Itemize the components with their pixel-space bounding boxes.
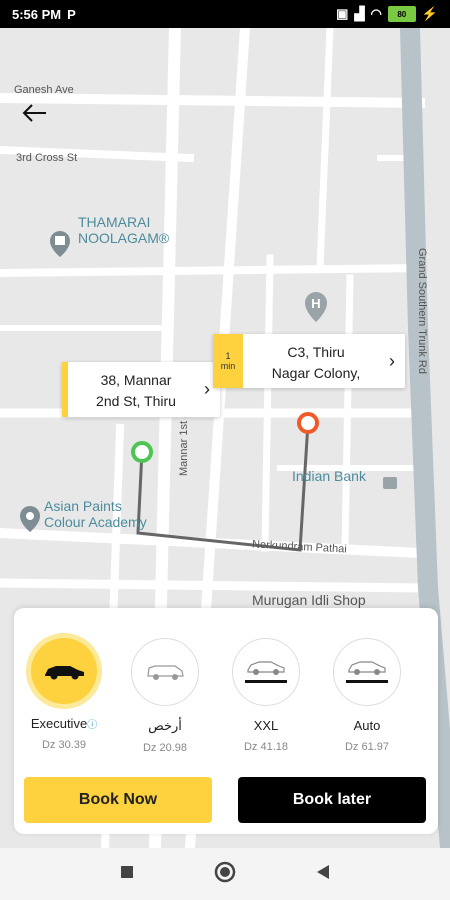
dropoff-callout[interactable]: 1 min C3, Thiru Nagar Colony, › xyxy=(213,334,405,388)
book-later-button[interactable]: Book later xyxy=(238,777,426,823)
recents-icon[interactable] xyxy=(120,865,134,884)
home-icon[interactable] xyxy=(214,861,236,888)
charging-icon: ⚡ xyxy=(421,6,438,21)
vehicle-icon-container xyxy=(131,638,199,706)
svg-text:H: H xyxy=(311,296,320,311)
back-arrow-icon xyxy=(22,104,46,122)
dropoff-address: C3, Thiru Nagar Colony, xyxy=(243,334,389,388)
android-nav-bar xyxy=(0,848,450,900)
back-button[interactable] xyxy=(20,98,50,128)
dropoff-address-line1: C3, Thiru xyxy=(287,344,345,360)
vehicle-icon-container xyxy=(232,638,300,706)
poi-murugan-idli: Murugan Idli Shop xyxy=(252,592,366,608)
vehicle-option-executive[interactable]: Executiveⓘ Dz 30.39 xyxy=(16,638,112,751)
vehicle-option-auto[interactable]: Auto Dz 61.97 xyxy=(319,638,415,753)
info-icon[interactable]: ⓘ xyxy=(87,720,97,731)
chevron-right-icon: › xyxy=(389,350,395,371)
book-now-button[interactable]: Book Now xyxy=(24,777,212,823)
suv-icon xyxy=(147,665,184,680)
carrier-icon: P xyxy=(67,6,76,22)
street-label-mannar: Mannar 1st St xyxy=(178,407,190,476)
eta-badge: 1 min xyxy=(213,334,243,388)
sim-icon: ▣ xyxy=(336,6,349,21)
street-label-ganesh-ave: Ganesh Ave xyxy=(14,84,74,96)
car-icon xyxy=(245,661,287,683)
vehicle-price: Dz 41.18 xyxy=(243,741,289,753)
eta-value: 1 xyxy=(225,351,231,361)
vehicle-name: Auto xyxy=(353,718,381,733)
poi-indian-bank: Indian Bank xyxy=(292,468,366,484)
pickup-address-line2: 2nd St, Thiru xyxy=(96,393,176,409)
vehicle-selection-sheet: Executiveⓘ Dz 30.39 أرخص Dz 20.98 XXL Dz… xyxy=(14,608,438,834)
eta-unit: min xyxy=(220,361,236,371)
pickup-address: 38, Mannar 2nd St, Thiru xyxy=(68,362,204,417)
status-time: 5:56 PM xyxy=(12,6,62,22)
poi-asian-paints: Asian Paints Colour Academy xyxy=(44,498,147,530)
street-label-gst-road: Grand Southern Trunk Rd xyxy=(416,248,428,374)
battery-icon: 80 xyxy=(387,6,416,22)
vehicle-option-xxl[interactable]: XXL Dz 41.18 xyxy=(218,638,314,753)
car-icon xyxy=(346,661,388,683)
signal-icon: ▟ xyxy=(354,6,365,21)
poi-thamarai: THAMARAI NOOLAGAM® xyxy=(78,214,170,246)
vehicle-name: XXL xyxy=(253,718,279,733)
dropoff-address-line2: Nagar Colony, xyxy=(271,365,361,381)
vehicle-name: Executiveⓘ xyxy=(16,716,112,731)
vehicle-price: Dz 61.97 xyxy=(344,741,390,753)
vehicle-icon-container xyxy=(31,638,97,704)
vehicle-option-cheapest[interactable]: أرخص Dz 20.98 xyxy=(117,638,213,754)
status-bar: 5:56 PM P ▣ ▟ ◠ 80 ⚡ xyxy=(0,0,450,28)
vehicle-icon-container xyxy=(333,638,401,706)
vehicle-price: Dz 30.39 xyxy=(41,739,87,751)
back-triangle-icon[interactable] xyxy=(316,864,330,885)
street-label-3rd-cross: 3rd Cross St xyxy=(16,152,78,164)
wifi-icon: ◠ xyxy=(370,6,382,21)
vehicle-name-text: Executive xyxy=(30,716,88,731)
pickup-address-line1: 38, Mannar xyxy=(100,372,172,388)
vehicle-name: أرخص xyxy=(148,718,182,733)
vehicle-price: Dz 20.98 xyxy=(142,742,188,754)
car-icon xyxy=(45,666,84,680)
pickup-callout[interactable]: 38, Mannar 2nd St, Thiru › xyxy=(62,362,220,417)
